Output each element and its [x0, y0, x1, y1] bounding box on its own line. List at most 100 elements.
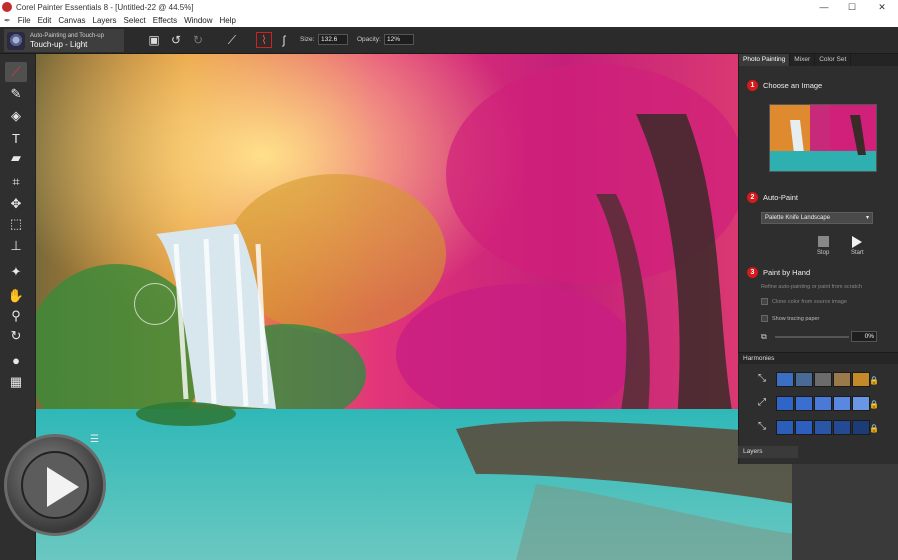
step-label: Choose an Image — [763, 81, 823, 90]
color-swatch[interactable] — [852, 420, 870, 435]
color-swatch[interactable] — [795, 420, 813, 435]
undo-icon[interactable]: ↺ — [168, 32, 184, 48]
step-label: Auto-Paint — [763, 193, 799, 202]
opacity-field[interactable]: 12% — [384, 34, 414, 45]
menu-grip-icon: ✒ — [4, 16, 11, 25]
tab-mixer[interactable]: Mixer — [790, 54, 816, 66]
color-swatch-icon[interactable]: ● — [5, 350, 27, 370]
navigator-menu-icon[interactable]: ☰ — [90, 434, 102, 445]
text-tool-icon[interactable]: T — [5, 128, 27, 148]
layers-header[interactable]: Layers — [738, 446, 798, 458]
paint-bucket-tool-icon[interactable]: ◈ — [5, 106, 27, 126]
clone-color-checkbox[interactable] — [761, 298, 768, 305]
step-choose-image: 1 Choose an Image — [747, 80, 822, 91]
lock-icon[interactable]: 🔒 — [869, 400, 879, 409]
lock-icon[interactable]: 🔒 — [869, 424, 879, 433]
rotate-tool-icon[interactable]: ↻ — [5, 326, 27, 346]
property-bar: Auto-Painting and Touch-up Touch-up - Li… — [0, 27, 898, 54]
harmony-swatch-row — [776, 372, 871, 389]
harmony-swatch-row — [776, 420, 871, 437]
color-swatch[interactable] — [776, 420, 794, 435]
color-swatch[interactable] — [795, 396, 813, 411]
harmony-complementary-icon[interactable]: ⤡ — [758, 373, 772, 387]
color-swatch[interactable] — [833, 420, 851, 435]
color-swatch[interactable] — [814, 420, 832, 435]
style-select-value: Palette Knife Landscape — [765, 215, 831, 221]
tracing-paper-checkbox[interactable] — [761, 315, 768, 322]
brush-tool-icon[interactable]: ⟋ — [5, 62, 27, 82]
start-button[interactable]: Start — [851, 236, 864, 256]
menu-select[interactable]: Select — [124, 16, 146, 25]
clone-color-label: Clone color from source image — [772, 299, 847, 305]
color-swatch[interactable] — [852, 396, 870, 411]
app-icon — [2, 2, 12, 12]
step-number-badge: 3 — [747, 267, 758, 278]
menu-edit[interactable]: Edit — [38, 16, 52, 25]
canvas[interactable] — [36, 54, 792, 560]
color-swatch[interactable] — [833, 372, 851, 387]
magic-wand-tool-icon[interactable]: ✦ — [5, 262, 27, 282]
auto-paint-style-select[interactable]: Palette Knife Landscape ▾ — [761, 212, 873, 224]
opacity-slider-track[interactable] — [775, 336, 849, 338]
color-swatch[interactable] — [852, 372, 870, 387]
rect-select-tool-icon[interactable]: ⬚ — [5, 214, 27, 234]
transform-tool-icon[interactable]: ✥ — [5, 194, 27, 214]
harmony-analogous-icon[interactable]: ⤢ — [758, 397, 772, 411]
brush-variant-label: Touch-up - Light — [30, 39, 88, 49]
stop-button[interactable]: Stop — [817, 236, 829, 256]
minimize-button[interactable]: — — [810, 0, 838, 14]
source-image-thumbnail[interactable] — [769, 104, 877, 172]
menu-file[interactable]: File — [18, 16, 31, 25]
clone-stamp-tool-icon[interactable]: ⊥ — [5, 236, 27, 256]
menu-help[interactable]: Help — [220, 16, 236, 25]
size-label: Size: — [300, 36, 315, 43]
maximize-button[interactable]: ☐ — [838, 0, 866, 14]
magnifier-tool-icon[interactable]: ⚲ — [5, 306, 27, 326]
play-icon[interactable] — [47, 467, 79, 507]
harmonies-header[interactable]: Harmonies — [738, 352, 898, 364]
menu-effects[interactable]: Effects — [153, 16, 177, 25]
close-button[interactable]: ✕ — [868, 0, 896, 14]
brush-selector[interactable]: Auto-Painting and Touch-up Touch-up - Li… — [4, 29, 124, 52]
stroke-style-icon[interactable]: ʃ — [276, 32, 292, 48]
brush-cursor — [134, 283, 176, 325]
size-field[interactable]: 132.6 — [318, 34, 348, 45]
step-paint-by-hand: 3 Paint by Hand — [747, 267, 810, 278]
tab-color-set[interactable]: Color Set — [815, 54, 852, 66]
thumbnail-image — [770, 105, 876, 171]
lock-icon[interactable]: 🔒 — [869, 376, 879, 385]
redo-icon[interactable]: ↻ — [190, 32, 206, 48]
step-auto-paint: 2 Auto-Paint — [747, 192, 798, 203]
harmony-swatch-row — [776, 396, 871, 413]
menu-canvas[interactable]: Canvas — [58, 16, 85, 25]
color-swatch[interactable] — [814, 372, 832, 387]
menu-bar: ✒ File Edit Canvas Layers Select Effects… — [0, 14, 898, 27]
tab-photo-painting[interactable]: Photo Painting — [739, 54, 791, 66]
start-icon — [852, 236, 863, 248]
step-number-badge: 2 — [747, 192, 758, 203]
navigator-inner — [21, 451, 89, 519]
menu-window[interactable]: Window — [184, 16, 212, 25]
color-swatch[interactable] — [776, 396, 794, 411]
color-swatch[interactable] — [795, 372, 813, 387]
save-icon[interactable]: ▣ — [146, 32, 162, 48]
color-swatch[interactable] — [833, 396, 851, 411]
paper-texture-icon[interactable]: ▦ — [5, 372, 27, 392]
navigator-dial[interactable] — [4, 434, 106, 536]
menu-layers[interactable]: Layers — [93, 16, 117, 25]
brush-options-icon[interactable]: ⟋ — [224, 32, 240, 48]
color-swatch[interactable] — [814, 396, 832, 411]
brush-category-label: Auto-Painting and Touch-up — [30, 32, 104, 39]
tracing-percent-field[interactable]: 0% — [851, 331, 877, 342]
harmony-monochrome-icon[interactable]: ⤡ — [758, 421, 772, 435]
crop-tool-icon[interactable]: ⌗ — [5, 172, 27, 192]
layers-title: Layers — [743, 448, 763, 455]
eraser-tool-icon[interactable]: ▰ — [5, 148, 27, 168]
brush-category-icon — [7, 31, 25, 50]
hand-tool-icon[interactable]: ✋ — [5, 286, 27, 306]
chevron-down-icon: ▾ — [865, 215, 869, 221]
color-swatch[interactable] — [776, 372, 794, 387]
dropper-tool-icon[interactable]: ✎ — [5, 84, 27, 104]
step-label: Paint by Hand — [763, 268, 811, 277]
stroke-type-icon[interactable]: ⌇ — [256, 32, 272, 48]
